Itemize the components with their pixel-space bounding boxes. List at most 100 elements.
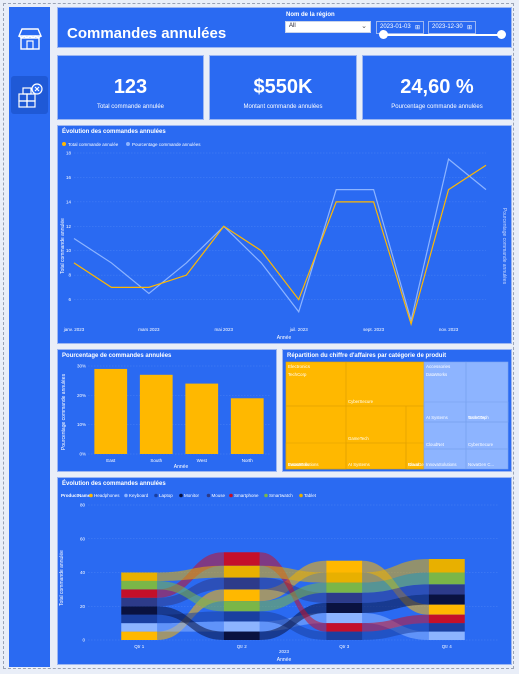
- x-axis-title: Année: [174, 464, 189, 470]
- legend-item: Smartwatch: [269, 493, 293, 498]
- ribbon-segment: [121, 580, 158, 590]
- legend-marker: [154, 493, 158, 498]
- ribbon-segment: [428, 594, 465, 605]
- ribbon-segment: [428, 604, 465, 615]
- date-slider-end-handle[interactable]: [497, 30, 506, 39]
- legend-marker: [179, 493, 183, 498]
- ribbon-chart-card: Évolution des commandes annulées Product…: [57, 477, 512, 665]
- ribbon-segment: [428, 614, 465, 624]
- date-end-value: 2023-12-30: [432, 24, 463, 30]
- legend-marker: [89, 493, 93, 498]
- legend-item: Pourcentage commande annulées: [132, 142, 201, 147]
- ribbon-segment: [428, 559, 465, 573]
- treemap-group-label: Electronics: [288, 364, 311, 369]
- treemap-cell-label: NovaGen C...: [468, 462, 494, 467]
- kpi-card-total: 123 Total commande annulée: [57, 55, 204, 120]
- treemap-cell-label: InnovaSolutions: [288, 462, 319, 467]
- kpi-value: 24,60 %: [400, 76, 474, 98]
- treemap-cell-label: InnovaSolutions: [426, 462, 457, 467]
- ribbon-segment: [223, 552, 260, 566]
- ribbon-segment: [223, 631, 260, 640]
- legend-marker: [206, 493, 211, 498]
- treemap-cell-label: AI Systems: [348, 462, 370, 467]
- ribbon-segment: [223, 611, 260, 622]
- treemap-cell-label: CyberSecure: [348, 399, 374, 404]
- ribbon-segment: [326, 602, 363, 613]
- ribbon-segment: [223, 589, 260, 602]
- ribbon-segment: [121, 614, 158, 624]
- kpi-value: $550K: [253, 76, 313, 98]
- date-start-value: 2023-01-03: [380, 24, 411, 30]
- calendar-icon: ⊞: [466, 25, 472, 31]
- ribbon-segment: [326, 623, 363, 632]
- y2-axis-title: Pourcentage commande annulées: [501, 208, 507, 285]
- ribbon-segment: [121, 597, 158, 607]
- ribbon-segment: [326, 572, 363, 583]
- region-filter-label: Nom de la région: [286, 12, 335, 18]
- x-tick-label: janv. 2023: [63, 327, 85, 332]
- ribbon-segment: [121, 572, 158, 581]
- x-tick-label: nov. 2023: [439, 327, 459, 332]
- legend-item: Smartphone: [234, 493, 259, 498]
- bar-chart-card: Pourcentage de commandes annulées Pource…: [57, 349, 277, 472]
- y-tick-label: 16: [66, 175, 72, 180]
- x-axis-title: Année: [277, 335, 292, 341]
- bar: [139, 374, 173, 454]
- ribbon-segment: [121, 589, 158, 598]
- legend-item: Headphones: [94, 493, 120, 498]
- calendar-icon: ⊞: [414, 25, 420, 31]
- y-tick-label: 10: [66, 248, 72, 253]
- legend-marker: [62, 142, 66, 146]
- kpi-label: Montant commande annulées: [243, 104, 323, 110]
- legend-marker: [126, 142, 130, 146]
- treemap-cell-label: CyberSecure: [468, 442, 494, 447]
- bar: [230, 398, 264, 454]
- legend-marker: [229, 493, 233, 498]
- date-slider-start-handle[interactable]: [379, 30, 388, 39]
- treemap-cell-label: TechCorp: [288, 372, 307, 377]
- x-tick-label: mars 2023: [138, 327, 160, 332]
- cancelled-boxes-icon[interactable]: [11, 76, 48, 114]
- sidebar: [9, 7, 50, 667]
- ribbon-segment: [121, 606, 158, 615]
- region-dropdown-value: All: [289, 23, 296, 29]
- x-axis-year: 2023: [279, 649, 290, 654]
- ribbon-segment: [121, 631, 158, 640]
- y-tick-label: 8: [68, 273, 71, 278]
- x-tick-label: South: [150, 458, 162, 463]
- legend-item: Keyboard: [129, 493, 149, 498]
- y-tick-label: 12: [66, 224, 72, 229]
- kpi-card-percent: 24,60 % Pourcentage commande annulées: [362, 55, 512, 120]
- legend-item: Total commande annulée: [68, 142, 119, 147]
- ribbon-chart: ProductName Headphones Keyboard Laptop Moni…: [59, 493, 498, 663]
- kpi-label: Pourcentage commande annulées: [391, 104, 483, 110]
- y-tick-label: 18: [66, 151, 72, 156]
- y-tick-label: 14: [66, 199, 72, 204]
- ribbon-segment: [223, 601, 260, 612]
- date-end-input[interactable]: 2023-12-30 ⊞: [428, 21, 476, 34]
- y-tick-label: 0: [82, 638, 85, 643]
- ribbon-segment: [223, 577, 260, 590]
- ribbon-segment: [326, 582, 363, 593]
- region-dropdown[interactable]: All ⌄: [285, 21, 371, 33]
- treemap: Electronics TechCorp CyberSecure DataWorks G…: [285, 361, 509, 470]
- bar: [185, 383, 219, 454]
- kpi-card-amount: $550K Montant commande annulées: [209, 55, 357, 120]
- ribbon-segment: [223, 621, 260, 632]
- chevron-down-icon: ⌄: [361, 23, 367, 30]
- legend-marker: [124, 493, 128, 498]
- y-tick-label: 20: [80, 604, 86, 609]
- date-slider-track[interactable]: [384, 34, 501, 36]
- line-chart: Total commande annulée Pourcentage comma…: [60, 142, 507, 341]
- page-title: Commandes annulées: [67, 25, 227, 42]
- ribbon-segment: [121, 623, 158, 632]
- store-icon[interactable]: [11, 20, 48, 58]
- treemap-group-label: Accessories: [426, 364, 451, 369]
- kpi-value: 123: [113, 76, 148, 98]
- x-tick-label: sept. 2023: [363, 327, 385, 332]
- bar-chart: Pourcentage commande annulées Année 0% 10…: [61, 364, 270, 470]
- x-tick-label: North: [242, 458, 254, 463]
- y-tick-label: 60: [80, 536, 86, 541]
- treemap-cell-label: TechCorp: [468, 415, 487, 420]
- legend-title: ProductName: [61, 493, 91, 498]
